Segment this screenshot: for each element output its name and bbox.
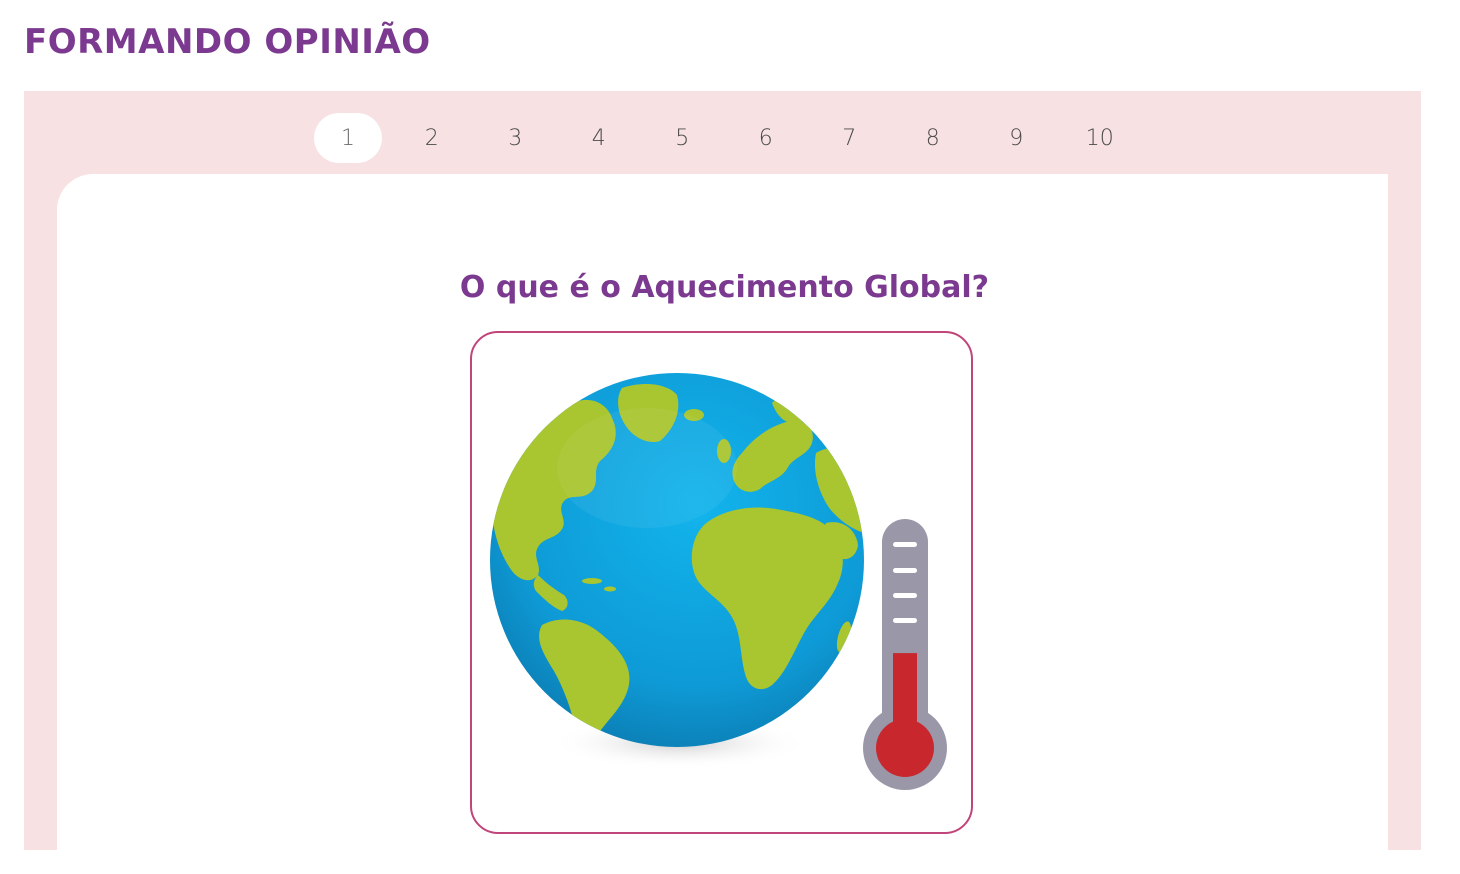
page-button-8[interactable]: 8	[891, 113, 975, 163]
page-button-2[interactable]: 2	[390, 113, 474, 163]
page-button-10[interactable]: 10	[1058, 113, 1142, 163]
globe-icon	[490, 373, 864, 747]
question-card: O que é o Aquecimento Global?	[57, 174, 1388, 874]
question-pagination: 1 2 3 4 5 6 7 8 9 10	[306, 113, 1142, 163]
global-warming-illustration	[490, 373, 947, 790]
page-button-1[interactable]: 1	[314, 113, 382, 163]
page-title: FORMANDO OPINIÃO	[24, 22, 431, 62]
page-button-9[interactable]: 9	[975, 113, 1059, 163]
page-button-6[interactable]: 6	[724, 113, 808, 163]
page-button-7[interactable]: 7	[808, 113, 892, 163]
question-title: O que é o Aquecimento Global?	[459, 270, 990, 305]
quiz-panel: 1 2 3 4 5 6 7 8 9 10 O que é o Aquecimen…	[24, 91, 1421, 874]
page-button-4[interactable]: 4	[557, 113, 641, 163]
question-image	[470, 331, 973, 834]
page-button-3[interactable]: 3	[474, 113, 558, 163]
page-button-5[interactable]: 5	[641, 113, 725, 163]
thermometer-icon	[863, 519, 947, 790]
